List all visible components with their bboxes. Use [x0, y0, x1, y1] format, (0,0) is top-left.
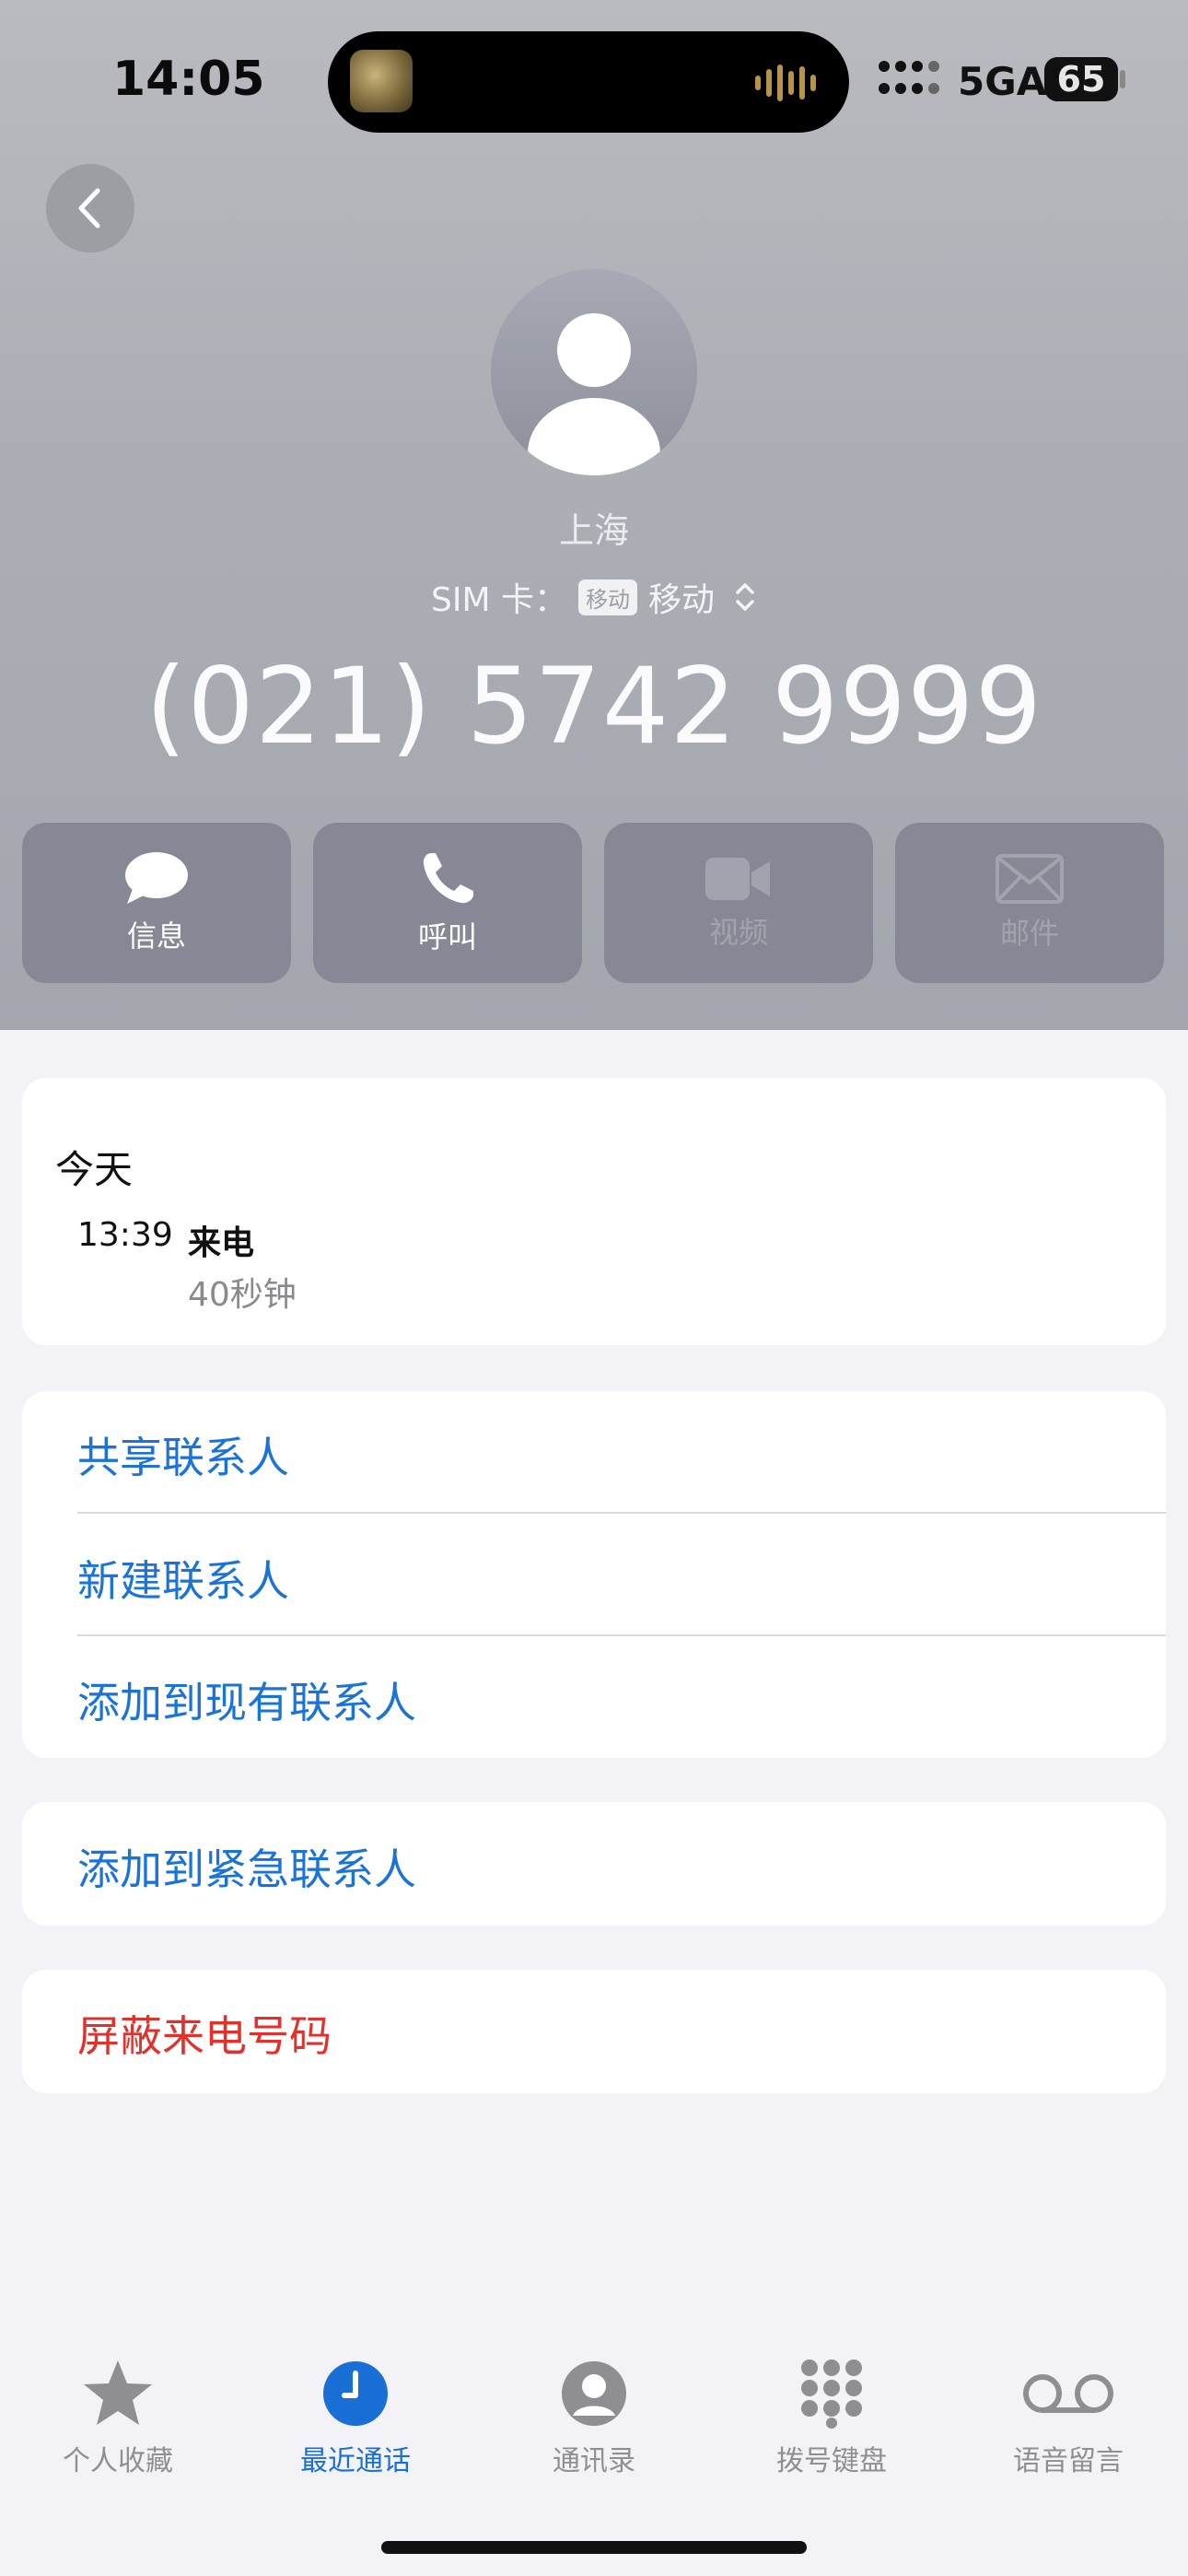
tab-favorites[interactable]: 个人收藏	[26, 2359, 210, 2478]
tab-contacts[interactable]: 通讯录	[502, 2359, 686, 2478]
sim-selector[interactable]: SIM 卡： 移动 移动	[0, 573, 1188, 621]
battery-tip	[1120, 70, 1125, 88]
share-contact-button[interactable]: 共享联系人	[77, 1424, 289, 1485]
keypad-icon	[801, 2359, 862, 2429]
mail-label: 邮件	[999, 916, 1059, 951]
chevron-up-down-icon	[736, 583, 754, 611]
audio-waveform-icon	[755, 63, 820, 103]
dynamic-island[interactable]	[328, 31, 849, 133]
sim-carrier: 移动	[647, 581, 715, 619]
phone-icon	[423, 853, 473, 904]
tab-voicemail-label: 语音留言	[1013, 2445, 1124, 2477]
star-icon	[84, 2360, 152, 2425]
voicemail-icon	[1023, 2374, 1113, 2413]
call-type: 来电	[188, 1224, 255, 1262]
call-label: 呼叫	[417, 919, 477, 954]
battery-level: 65	[1056, 59, 1106, 100]
block-caller-button[interactable]: 屏蔽来电号码	[77, 2003, 332, 2064]
tab-favorites-label: 个人收藏	[63, 2445, 173, 2477]
divider	[77, 1634, 1166, 1636]
call-duration: 40秒钟	[188, 1276, 297, 1314]
tab-voicemail[interactable]: 语音留言	[976, 2359, 1160, 2478]
home-indicator[interactable]	[381, 2541, 807, 2554]
video-icon	[705, 858, 770, 900]
mail-button[interactable]: 邮件	[895, 823, 1164, 983]
tab-recents[interactable]: 最近通话	[263, 2359, 448, 2478]
signal-icon	[879, 61, 939, 100]
sim-label: SIM 卡：	[431, 581, 567, 619]
message-button[interactable]: 信息	[22, 823, 291, 983]
tab-keypad-label: 拨号键盘	[776, 2445, 887, 2477]
new-contact-button[interactable]: 新建联系人	[77, 1548, 289, 1609]
sim-badge: 移动	[577, 579, 637, 615]
network-type: 5GA	[958, 59, 1047, 104]
tab-keypad[interactable]: 拨号键盘	[740, 2359, 924, 2478]
chevron-left-icon	[78, 188, 100, 228]
status-time: 14:05	[112, 52, 265, 107]
call-time: 13:39	[77, 1216, 173, 1254]
person-circle-icon	[562, 2361, 626, 2426]
contact-avatar	[491, 269, 697, 475]
history-day: 今天	[55, 1147, 134, 1192]
message-icon	[125, 852, 188, 904]
battery-icon: 65	[1044, 57, 1118, 101]
mail-icon	[996, 854, 1064, 904]
divider	[77, 1512, 1166, 1514]
message-label: 信息	[126, 919, 186, 954]
tab-recents-label: 最近通话	[300, 2445, 411, 2477]
contact-location: 上海	[558, 510, 629, 551]
tab-contacts-label: 通讯录	[553, 2445, 635, 2477]
add-to-existing-contact-button[interactable]: 添加到现有联系人	[77, 1669, 416, 1730]
phone-number: (021) 5742 9999	[145, 645, 1043, 767]
back-button[interactable]	[46, 164, 134, 252]
call-button[interactable]: 呼叫	[313, 823, 582, 983]
person-silhouette-icon	[528, 313, 660, 475]
clock-icon	[323, 2361, 388, 2426]
video-label: 视频	[708, 915, 768, 950]
add-emergency-contact-button[interactable]: 添加到紧急联系人	[77, 1836, 416, 1897]
now-playing-artwork	[350, 50, 413, 112]
video-button[interactable]: 视频	[604, 823, 873, 983]
